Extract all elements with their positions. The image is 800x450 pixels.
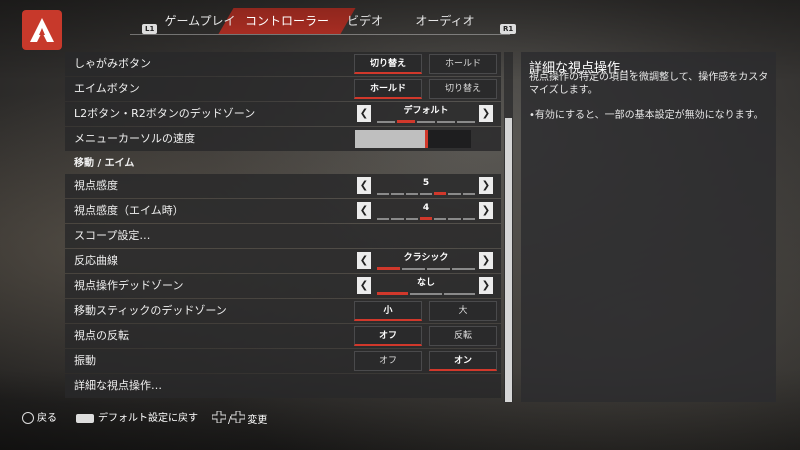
row-deadzone-l2r2[interactable]: L2ボタン・R2ボタンのデッドゾーン ❮ デフォルト ❯ xyxy=(65,102,501,126)
tab-audio[interactable]: オーディオ xyxy=(415,8,475,34)
row-crouch[interactable]: しゃがみボタン 切り替え ホールド xyxy=(65,52,501,76)
right-arrow-icon[interactable]: ❯ xyxy=(479,202,493,219)
left-arrow-icon[interactable]: ❮ xyxy=(357,105,371,122)
deadzone-l2r2-value: デフォルト xyxy=(377,104,475,124)
aim-label: エイムボタン xyxy=(74,82,140,95)
row-look-sensitivity-ads[interactable]: 視点感度（エイム時） ❮ 4 ❯ xyxy=(65,199,501,223)
row-look-deadzone[interactable]: 視点操作デッドゾーン ❮ なし ❯ xyxy=(65,274,501,298)
row-vibration[interactable]: 振動 オフ オン xyxy=(65,349,501,373)
look-sens-value: 5 xyxy=(377,176,475,196)
vibration-on-option[interactable]: オン xyxy=(429,351,497,371)
section-move-aim: 移動 / エイム xyxy=(65,152,501,176)
tab-divider xyxy=(130,34,510,35)
row-aim[interactable]: エイムボタン ホールド 切り替え xyxy=(65,77,501,101)
crouch-label: しゃがみボタン xyxy=(74,57,151,70)
aim-hold-option[interactable]: ホールド xyxy=(354,79,422,99)
circle-button-icon xyxy=(22,412,34,424)
look-deadzone-label: 視点操作デッドゾーン xyxy=(74,279,184,292)
settings-list: しゃがみボタン 切り替え ホールド エイムボタン ホールド 切り替え L2ボタン… xyxy=(65,52,501,402)
tab-controller[interactable]: コントローラー xyxy=(238,8,336,34)
info-description: 視点操作の特定の項目を微調整して、操作感をカスタマイズします。 xyxy=(529,72,769,96)
invert-look-label: 視点の反転 xyxy=(74,329,129,342)
advanced-look-label: 詳細な視点操作… xyxy=(74,379,162,392)
look-sens-ads-label: 視点感度（エイム時） xyxy=(74,204,184,217)
vibration-label: 振動 xyxy=(74,354,96,367)
info-panel: 詳細な視点操作… 視点操作の特定の項目を微調整して、操作感をカスタマイズします。… xyxy=(521,52,776,402)
row-response-curve[interactable]: 反応曲線 ❮ クラシック ❯ xyxy=(65,249,501,273)
response-curve-label: 反応曲線 xyxy=(74,254,118,267)
row-move-deadzone[interactable]: 移動スティックのデッドゾーン 小 大 xyxy=(65,299,501,323)
response-curve-value: クラシック xyxy=(377,251,475,271)
crouch-toggle-option[interactable]: 切り替え xyxy=(354,54,422,74)
row-look-sensitivity[interactable]: 視点感度 ❮ 5 ❯ xyxy=(65,174,501,198)
touchpad-icon xyxy=(76,413,94,423)
crouch-hold-option[interactable]: ホールド xyxy=(429,54,497,74)
vibration-off-option[interactable]: オフ xyxy=(354,351,422,371)
right-arrow-icon[interactable]: ❯ xyxy=(479,105,493,122)
row-advanced-look[interactable]: 詳細な視点操作… xyxy=(65,374,501,398)
scrollbar[interactable] xyxy=(504,52,513,402)
apex-logo-icon xyxy=(22,10,62,50)
settings-tabs: ゲームプレイ コントローラー ビデオ オーディオ xyxy=(130,8,510,36)
right-arrow-icon[interactable]: ❯ xyxy=(479,252,493,269)
invert-off-option[interactable]: オフ xyxy=(354,326,422,346)
slider-knob[interactable] xyxy=(424,130,428,148)
reset-defaults-hint[interactable]: デフォルト設定に戻す xyxy=(76,411,198,427)
move-deadzone-small-option[interactable]: 小 xyxy=(354,301,422,321)
look-deadzone-value: なし xyxy=(377,276,475,296)
left-arrow-icon[interactable]: ❮ xyxy=(357,177,371,194)
slider-fill xyxy=(355,130,425,148)
invert-on-option[interactable]: 反転 xyxy=(429,326,497,346)
move-deadzone-large-option[interactable]: 大 xyxy=(429,301,497,321)
move-deadzone-label: 移動スティックのデッドゾーン xyxy=(74,304,227,317)
tab-video[interactable]: ビデオ xyxy=(345,8,385,34)
cursor-speed-label: メニューカーソルの速度 xyxy=(74,132,195,145)
deadzone-l2r2-label: L2ボタン・R2ボタンのデッドゾーン xyxy=(74,107,256,120)
left-arrow-icon[interactable]: ❮ xyxy=(357,277,371,294)
dpad-horizontal-icon xyxy=(211,410,227,429)
look-sens-ads-value: 4 xyxy=(377,201,475,221)
tab-gameplay[interactable]: ゲームプレイ xyxy=(160,8,240,34)
section-title: 移動 / エイム xyxy=(74,158,135,169)
row-scope-settings[interactable]: スコープ設定… xyxy=(65,224,501,248)
row-cursor-speed[interactable]: メニューカーソルの速度 xyxy=(65,127,501,151)
scope-label: スコープ設定… xyxy=(74,229,151,242)
dpad-vertical-icon xyxy=(230,410,246,429)
look-sens-label: 視点感度 xyxy=(74,179,118,192)
info-note: •有効にすると、一部の基本設定が無効になります。 xyxy=(529,110,764,121)
left-arrow-icon[interactable]: ❮ xyxy=(357,252,371,269)
row-invert-look[interactable]: 視点の反転 オフ 反転 xyxy=(65,324,501,348)
back-hint[interactable]: 戻る xyxy=(22,411,57,427)
scrollbar-thumb[interactable] xyxy=(505,118,512,402)
right-arrow-icon[interactable]: ❯ xyxy=(479,177,493,194)
right-arrow-icon[interactable]: ❯ xyxy=(479,277,493,294)
aim-toggle-option[interactable]: 切り替え xyxy=(429,79,497,99)
left-arrow-icon[interactable]: ❮ xyxy=(357,202,371,219)
change-hint: / 変更 xyxy=(211,410,267,429)
cursor-speed-slider[interactable] xyxy=(355,130,471,148)
